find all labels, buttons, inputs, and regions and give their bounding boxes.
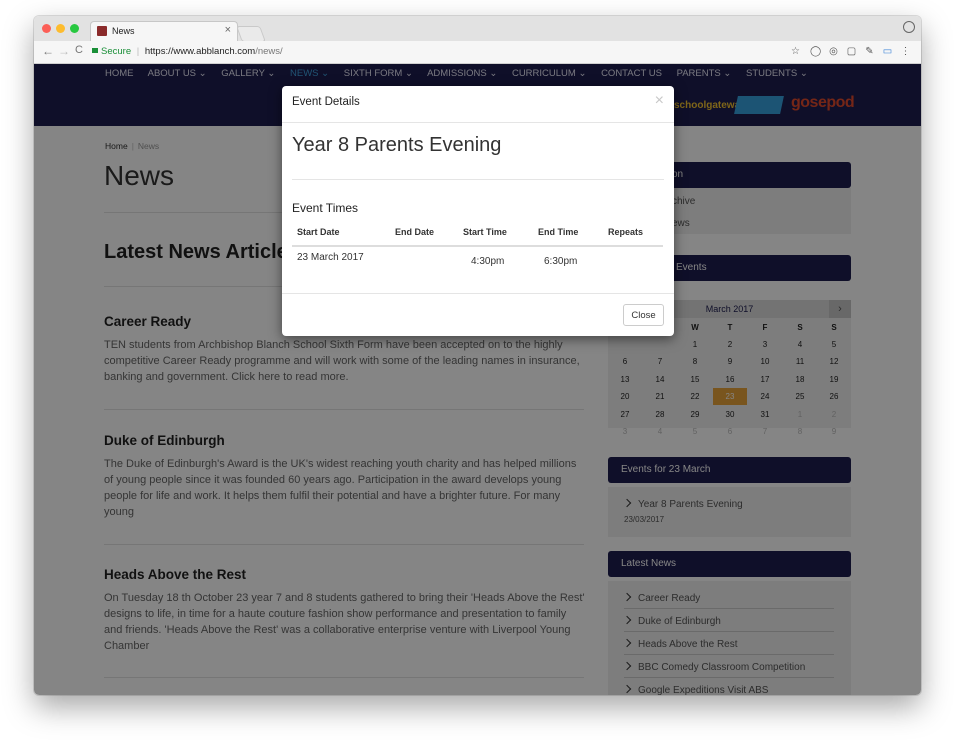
cell-start-time: 4:30pm (471, 256, 505, 267)
modal-footer-divider (282, 293, 674, 294)
browser-menu-icon[interactable]: ⋮ (900, 46, 911, 57)
modal-divider (292, 179, 664, 180)
bookmark-star-icon[interactable]: ☆ (790, 46, 801, 57)
browser-window: News × ← → C Secure | https://www.abblan… (34, 16, 921, 695)
tab-close-icon[interactable]: × (225, 24, 231, 36)
url-input[interactable]: Secure | https://www.abblanch.com/news/ (92, 44, 792, 60)
extension-ghost-icon[interactable]: ◎ (828, 46, 839, 57)
extension-square-icon[interactable]: ▢ (846, 46, 857, 57)
new-tab-button[interactable] (236, 26, 266, 42)
modal-divider (282, 122, 674, 123)
col-start-date: Start Date (297, 227, 340, 237)
event-times-heading: Event Times (292, 201, 359, 215)
url-host: https://www.abblanch.com (144, 46, 256, 57)
forward-arrow-icon[interactable]: → (58, 44, 70, 58)
table-header-rule (292, 245, 663, 247)
extension-pen-icon[interactable]: ✎ (864, 46, 875, 57)
cell-end-time: 6:30pm (544, 256, 578, 267)
close-window-button[interactable] (42, 24, 51, 33)
address-bar: ← → C Secure | https://www.abblanch.com/… (34, 41, 921, 64)
secure-label: Secure (101, 46, 132, 57)
url-path: /news/ (255, 46, 283, 57)
maximize-window-button[interactable] (70, 24, 79, 33)
col-end-date: End Date (395, 227, 435, 237)
col-start-time: Start Time (463, 227, 507, 237)
cell-start-date: 23 March 2017 (297, 252, 364, 263)
modal-close-icon[interactable]: × (655, 92, 664, 110)
extension-circle-icon[interactable]: ◯ (810, 46, 821, 57)
profile-icon[interactable] (903, 21, 915, 33)
extension-screen-icon[interactable]: ▭ (882, 46, 893, 57)
modal-title: Event Details (292, 96, 360, 108)
reload-icon[interactable]: C (75, 44, 83, 56)
lock-icon (92, 47, 98, 53)
web-page: HOME ABOUT US ⌄ GALLERY ⌄ NEWS ⌄ SIXTH F… (34, 64, 921, 695)
close-button[interactable]: Close (623, 304, 664, 326)
minimize-window-button[interactable] (56, 24, 65, 33)
col-end-time: End Time (538, 227, 579, 237)
event-title: Year 8 Parents Evening (292, 134, 502, 156)
event-details-modal: Event Details × Year 8 Parents Evening E… (282, 86, 674, 336)
tab-strip: News × (34, 16, 921, 42)
col-repeats: Repeats (608, 227, 644, 237)
tab-title: News (112, 26, 135, 36)
back-arrow-icon[interactable]: ← (42, 44, 54, 58)
browser-tab[interactable]: News × (90, 21, 238, 41)
site-favicon-icon (97, 26, 107, 36)
